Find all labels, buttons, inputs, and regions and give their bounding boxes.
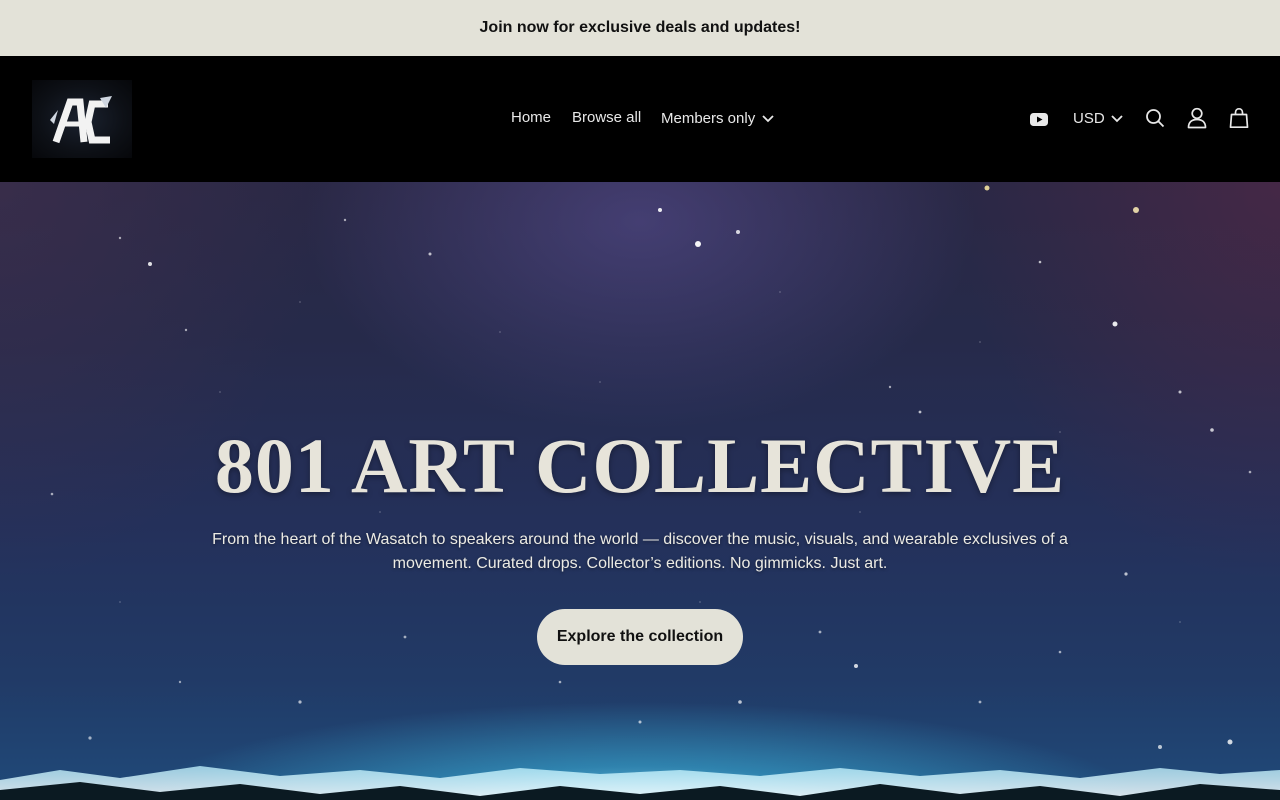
cart-icon[interactable] xyxy=(1229,107,1249,134)
announcement-text: Join now for exclusive deals and updates… xyxy=(479,19,801,36)
currency-selector[interactable]: USD xyxy=(1073,110,1123,127)
currency-label: USD xyxy=(1073,110,1105,127)
chevron-down-icon xyxy=(1111,110,1123,127)
site-header: Home Browse all Members only USD xyxy=(0,56,1280,182)
header-icons: USD xyxy=(0,56,1280,182)
account-icon[interactable] xyxy=(1187,107,1207,134)
explore-collection-button[interactable]: Explore the collection xyxy=(537,609,743,665)
announcement-bar: Join now for exclusive deals and updates… xyxy=(0,0,1280,56)
hero-title: 801 ART COLLECTIVE xyxy=(214,422,1066,509)
search-icon[interactable] xyxy=(1145,108,1165,133)
hero-subtitle: From the heart of the Wasatch to speaker… xyxy=(212,531,1068,572)
hero-horizon xyxy=(0,766,1280,800)
youtube-icon[interactable] xyxy=(1029,109,1049,134)
hero-banner: 801 ART COLLECTIVE From the heart of the… xyxy=(0,182,1280,800)
